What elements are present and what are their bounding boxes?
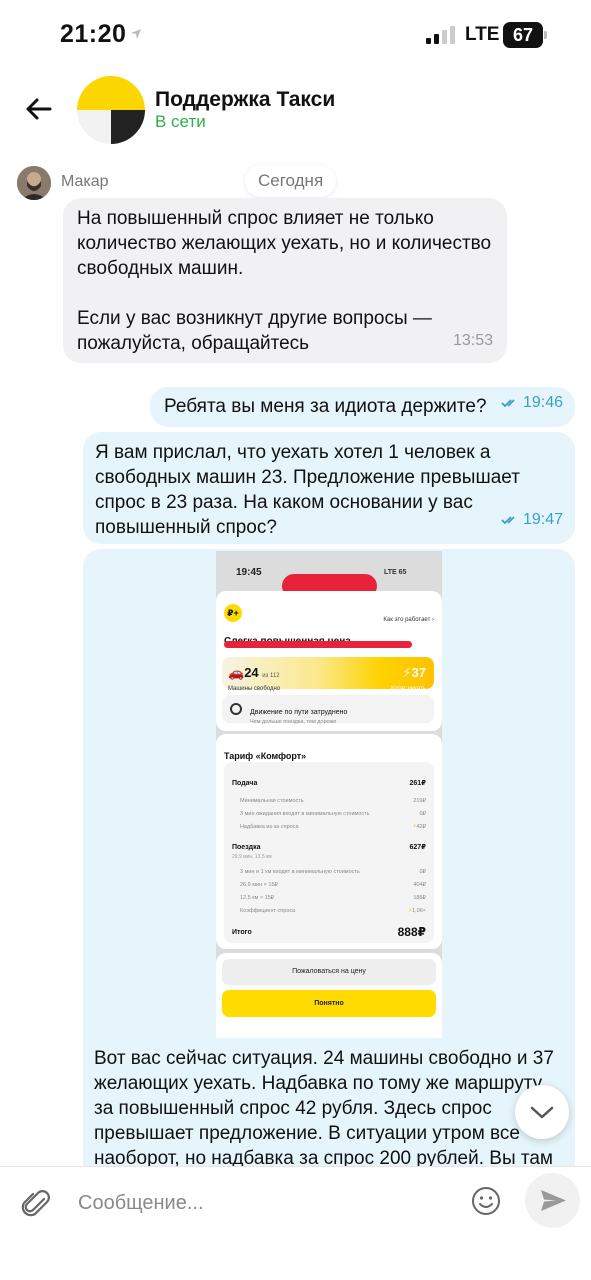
- status-bar: 21:20 LTE 67: [0, 0, 591, 70]
- incoming-message[interactable]: На повышенный спрос влияет не только кол…: [63, 198, 507, 363]
- date-chip: Сегодня: [245, 165, 337, 197]
- back-arrow-icon[interactable]: [22, 92, 56, 126]
- attachment-battery: 65: [398, 569, 407, 576]
- price-badge: ₽+: [224, 604, 242, 622]
- paperclip-icon[interactable]: [20, 1187, 54, 1221]
- price-breakdown: Подача 261₽ Минимальная стоимость 219₽ 3 м…: [224, 762, 434, 943]
- battery-level: 67: [503, 22, 543, 48]
- chevron-down-icon: [530, 1106, 554, 1119]
- battery-icon: 67: [503, 22, 547, 48]
- message-time: 19:47: [522, 511, 563, 528]
- outgoing-image-message[interactable]: 19:45 LTE 65 ₽+ Как это работает › Слегк…: [83, 549, 575, 1189]
- location-arrow-icon: [131, 29, 141, 39]
- smile-icon[interactable]: [470, 1185, 502, 1217]
- network-type: LTE: [465, 24, 500, 45]
- how-it-works-link: Как это работает ›: [383, 617, 434, 623]
- message-time: 13:53: [452, 332, 493, 349]
- outgoing-message[interactable]: Я вам прислал, что уехать хотел 1 челове…: [83, 432, 575, 544]
- demand-bar: 🚗24 из 112 Машины свободно ⚡37 Хотят уех…: [222, 657, 434, 692]
- understood-button: Понятно: [222, 990, 436, 1017]
- attachment-network: LTE: [384, 569, 397, 576]
- scroll-down-button[interactable]: [515, 1085, 569, 1139]
- send-button[interactable]: [525, 1173, 580, 1228]
- message-composer: [0, 1166, 591, 1280]
- message-input[interactable]: [78, 1185, 458, 1221]
- sender-name: Макар: [61, 173, 109, 190]
- attached-screenshot[interactable]: 19:45 LTE 65 ₽+ Как это работает › Слегк…: [216, 551, 442, 1038]
- signal-icon: [426, 26, 455, 44]
- message-text: Вот вас сейчас ситуация. 24 машины свобо…: [94, 1048, 554, 1169]
- tariff-card: Тариф «Комфорт» Подача 261₽ Минимальная с…: [216, 734, 442, 949]
- chat-title: Поддержка Такси: [155, 88, 336, 111]
- redaction-mark: [224, 641, 412, 648]
- traffic-note: Движение по пути затруднено Чем дольше п…: [222, 695, 434, 725]
- traffic-icon: [230, 703, 242, 715]
- yandex-taxi-avatar[interactable]: [77, 76, 145, 144]
- message-text: На повышенный спрос влияет не только кол…: [77, 208, 492, 354]
- attachment-time: 19:45: [236, 567, 262, 578]
- surge-card: ₽+ Как это работает › Слегка повышенная …: [216, 591, 442, 731]
- action-card: Пожаловаться на цену Понятно: [216, 953, 442, 1038]
- double-check-icon: [501, 398, 515, 407]
- chat-header: Поддержка Такси В сети: [0, 70, 591, 150]
- complain-price-button: Пожаловаться на цену: [222, 959, 436, 985]
- message-time: 19:46: [522, 394, 563, 411]
- breakdown-total: Итого 888₽: [232, 925, 426, 939]
- online-status: В сети: [155, 112, 206, 131]
- status-time: 21:20: [60, 20, 127, 48]
- message-text: Я вам прислал, что уехать хотел 1 челове…: [95, 442, 520, 538]
- double-check-icon: [501, 515, 515, 524]
- outgoing-message[interactable]: Ребята вы меня за идиота держите? 19:46: [150, 387, 575, 427]
- sender-avatar[interactable]: [17, 166, 51, 200]
- send-icon: [541, 1190, 566, 1211]
